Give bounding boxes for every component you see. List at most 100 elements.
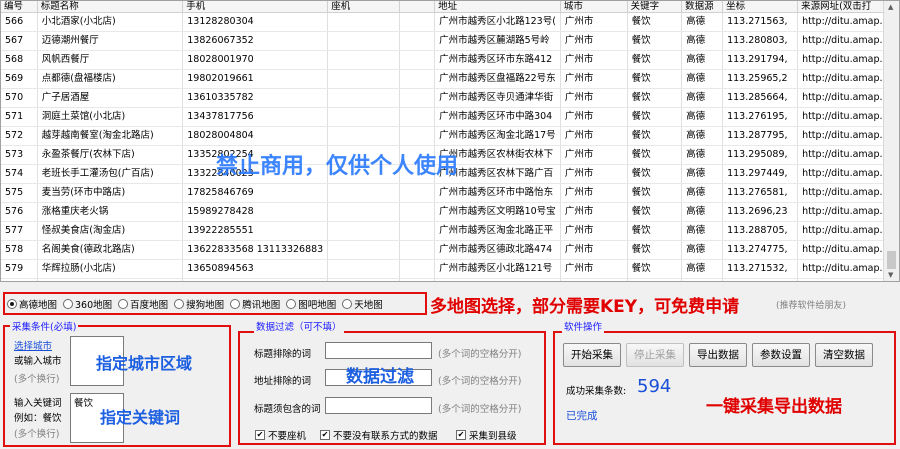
table-cell[interactable]: 广州市越秀区淘金北路17号 (434, 126, 561, 146)
table-cell[interactable]: 13437817756 (182, 107, 329, 127)
table-row[interactable]: 572 越芽越南餐室(淘金北路店) 18028004804 广州市越秀区淘金北路17号… (1, 126, 899, 146)
map-option-5[interactable]: 图吧地图 (286, 297, 336, 311)
select-city-link[interactable]: 选择城市 (14, 338, 52, 352)
column-header[interactable]: 编号 (1, 1, 38, 13)
table-row[interactable]: 568 风帆西餐厅 18028001970 广州市越秀区环市东路412 广州市 餐饮 高德 1… (1, 50, 899, 70)
table-cell[interactable]: 15989278428 (182, 202, 329, 222)
table-cell[interactable] (327, 240, 400, 260)
table-cell[interactable]: 广州市 (560, 12, 628, 32)
table-cell[interactable]: 569 (1, 69, 38, 89)
table-cell[interactable]: 579 (1, 259, 38, 279)
table-cell[interactable]: 113.276195, (722, 107, 799, 127)
column-header[interactable]: 城市 (560, 1, 628, 13)
table-cell[interactable] (399, 12, 436, 32)
table-cell[interactable]: 老班长手工灌汤包(广百店) (37, 164, 184, 184)
table-cell[interactable]: 18028001970 (182, 50, 329, 70)
table-cell[interactable]: 113.271563, (722, 12, 799, 32)
table-cell[interactable]: 广州市越秀区德政北路474 (434, 240, 561, 260)
table-cell[interactable] (327, 126, 400, 146)
table-cell[interactable]: 广州市 (560, 183, 628, 203)
table-cell[interactable]: 13922285551 (182, 221, 329, 241)
map-option-4[interactable]: 腾讯地图 (230, 297, 280, 311)
table-cell[interactable]: 华辉拉肠(小北店) (37, 259, 184, 279)
radio-icon[interactable] (63, 298, 74, 309)
table-cell[interactable]: 广州市 (560, 31, 628, 51)
table-cell[interactable]: 永盈茶餐厅(农林下店) (37, 145, 184, 165)
table-cell[interactable]: 113.274775, (722, 240, 799, 260)
table-row[interactable]: 578 名阁美食(德政北路店) 13622833568 13113326883 广州市… (1, 240, 899, 260)
column-header[interactable]: 手机 (182, 1, 329, 13)
table-cell[interactable]: 571 (1, 107, 38, 127)
table-cell[interactable]: 广州市越秀区小北路121号 (434, 259, 561, 279)
map-option-2[interactable]: 百度地图 (118, 297, 168, 311)
table-cell[interactable]: 餐饮 (627, 259, 683, 279)
table-cell[interactable]: 餐饮 (627, 145, 683, 165)
table-cell[interactable] (399, 240, 436, 260)
radio-icon[interactable] (118, 298, 129, 309)
table-cell[interactable]: 洞庭土菜馆(小北店) (37, 107, 184, 127)
vertical-scrollbar[interactable]: ▲ ▼ (883, 1, 899, 281)
table-cell[interactable] (399, 31, 436, 51)
table-row[interactable]: 566 小北酒家(小北店) 13128280304 广州市越秀区小北路123号(广州市… (1, 12, 899, 32)
column-header[interactable]: 地址 (434, 1, 561, 13)
table-cell[interactable]: 名阁美食(德政北路店) (37, 240, 184, 260)
table-cell[interactable]: 广州市越秀区小北路123号( (434, 12, 561, 32)
table-cell[interactable]: 越芽越南餐室(淘金北路店) (37, 126, 184, 146)
results-grid[interactable]: 编号 标题名称 手机 座机 地址 城市 关键字 数据源 坐标 来源网址(双击打 566 小北酒家(小… (1, 1, 899, 281)
table-cell[interactable]: 566 (1, 12, 38, 32)
table-cell[interactable]: 113.297449, (722, 164, 799, 184)
map-option-6[interactable]: 天地图 (342, 297, 383, 311)
checkbox-checked-icon[interactable]: ✔ (456, 430, 466, 440)
table-cell[interactable]: 广州市 (560, 69, 628, 89)
table-cell[interactable]: 13610335782 (182, 88, 329, 108)
horizontal-scrollbar[interactable] (0, 282, 884, 292)
table-cell[interactable]: 广州市 (560, 259, 628, 279)
table-cell[interactable]: 点都德(盘福楼店) (37, 69, 184, 89)
table-cell[interactable]: 餐饮 (627, 221, 683, 241)
table-cell[interactable] (327, 12, 400, 32)
table-cell[interactable]: 广州市越秀区盘福路22号东 (434, 69, 561, 89)
radio-icon[interactable] (342, 298, 353, 309)
table-cell[interactable]: 高德 (681, 221, 724, 241)
table-cell[interactable] (399, 126, 436, 146)
table-cell[interactable]: 广州市越秀区环市中路304 (434, 107, 561, 127)
table-cell[interactable]: 13128280304 (182, 12, 329, 32)
table-cell[interactable]: 13826067352 (182, 31, 329, 51)
table-cell[interactable]: 高德 (681, 12, 724, 32)
scroll-thumb[interactable] (887, 251, 896, 269)
table-cell[interactable]: 怪叔美食店(淘金店) (37, 221, 184, 241)
table-cell[interactable]: 风帆西餐厅 (37, 50, 184, 70)
table-cell[interactable]: 567 (1, 31, 38, 51)
table-cell[interactable]: 广州市越秀区寺贝通津华街 (434, 88, 561, 108)
county-level-checkbox[interactable]: ✔ 采集到县级 (456, 428, 517, 442)
table-cell[interactable]: 广州市 (560, 164, 628, 184)
table-cell[interactable]: 高德 (681, 183, 724, 203)
table-cell[interactable]: 餐饮 (627, 50, 683, 70)
table-cell[interactable] (399, 259, 436, 279)
table-cell[interactable]: 577 (1, 221, 38, 241)
table-cell[interactable]: 餐饮 (627, 107, 683, 127)
table-cell[interactable] (327, 183, 400, 203)
scroll-down-icon[interactable]: ▼ (888, 271, 893, 279)
table-cell[interactable]: 广州市 (560, 126, 628, 146)
table-cell[interactable]: 高德 (681, 88, 724, 108)
table-cell[interactable]: 高德 (681, 126, 724, 146)
table-row[interactable]: 577 怪叔美食店(淘金店) 13922285551 广州市越秀区淘金北路正平 广州市餐… (1, 221, 899, 241)
table-cell[interactable]: 广州市越秀区淘金北路正平 (434, 221, 561, 241)
table-cell[interactable]: 广州市 (560, 107, 628, 127)
table-cell[interactable] (399, 202, 436, 222)
stop-collect-button[interactable]: 停止采集 (626, 343, 684, 367)
table-cell[interactable]: 餐饮 (627, 88, 683, 108)
table-cell[interactable]: 广州市 (560, 88, 628, 108)
table-cell[interactable]: 麦当劳(环市中路店) (37, 183, 184, 203)
table-cell[interactable]: 高德 (681, 50, 724, 70)
table-cell[interactable] (399, 107, 436, 127)
table-cell[interactable]: 餐饮 (627, 126, 683, 146)
table-cell[interactable]: 113.288705, (722, 221, 799, 241)
map-option-3[interactable]: 搜狗地图 (174, 297, 224, 311)
table-cell[interactable]: 餐饮 (627, 164, 683, 184)
no-landline-checkbox[interactable]: ✔ 不要座机 (255, 428, 306, 442)
table-cell[interactable] (399, 221, 436, 241)
table-cell[interactable]: 572 (1, 126, 38, 146)
table-cell[interactable] (399, 69, 436, 89)
